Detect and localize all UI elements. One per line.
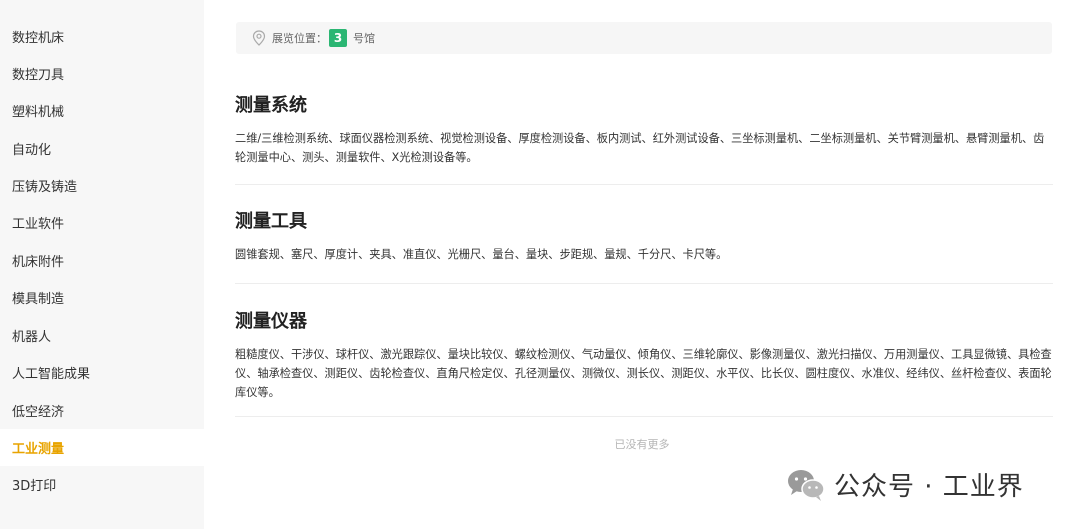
sidebar-item-3d-printing[interactable]: 3D打印 <box>0 466 204 503</box>
sidebar-item-label: 压铸及铸造 <box>12 180 78 195</box>
sidebar-item-label: 3D打印 <box>12 479 57 494</box>
section-divider <box>235 283 1053 284</box>
sidebar-item-ai-achievements[interactable]: 人工智能成果 <box>0 354 204 391</box>
sidebar-item-industrial-measurement[interactable]: 工业测量 <box>0 429 204 466</box>
section-description: 二维/三维检测系统、球面仪器检测系统、视觉检测设备、厚度检测设备、板内测试、红外… <box>235 132 1045 164</box>
sidebar-item-label: 数控机床 <box>12 31 65 46</box>
watermark-text: 公众号 · 工业界 <box>834 472 1024 502</box>
sidebar-item-cnc-tools[interactable]: 数控刀具 <box>0 55 204 92</box>
section-measurement-tools: 测量工具 圆锥套规、塞尺、厚度计、夹具、准直仪、光栅尺、量台、量块、步距规、量规… <box>235 207 1053 264</box>
sidebar-item-low-altitude-economy[interactable]: 低空经济 <box>0 392 204 429</box>
sidebar-item-mold-making[interactable]: 模具制造 <box>0 279 204 316</box>
section-title: 测量工具 <box>235 211 307 232</box>
sidebar-item-automation[interactable]: 自动化 <box>0 130 204 167</box>
sidebar-item-label: 低空经济 <box>12 405 65 420</box>
sidebar-item-label: 模具制造 <box>12 292 65 307</box>
section-divider <box>235 184 1053 185</box>
section-title: 测量系统 <box>235 95 307 116</box>
sidebar-item-die-casting[interactable]: 压铸及铸造 <box>0 167 204 204</box>
sidebar-item-label: 数控刀具 <box>12 68 65 83</box>
wechat-icon <box>786 468 826 502</box>
location-label: 展览位置： <box>272 32 327 45</box>
category-sidebar: 数控机床 数控刀具 塑料机械 自动化 压铸及铸造 工业软件 机床附件 模具制造 … <box>0 0 204 529</box>
hall-suffix: 号馆 <box>353 32 375 45</box>
sidebar-item-cnc-machine[interactable]: 数控机床 <box>0 18 204 55</box>
exhibition-location-bar: 展览位置： 3 号馆 <box>236 22 1052 54</box>
no-more-text: 已没有更多 <box>614 438 670 451</box>
wechat-watermark: 公众号 · 工业界 <box>786 466 1024 503</box>
section-divider <box>235 416 1053 417</box>
sidebar-item-plastic-machinery[interactable]: 塑料机械 <box>0 92 204 129</box>
sidebar-item-label: 自动化 <box>12 143 52 158</box>
sidebar-item-machine-accessories[interactable]: 机床附件 <box>0 242 204 279</box>
section-measurement-instruments: 测量仪器 粗糙度仪、干涉仪、球杆仪、激光跟踪仪、量块比较仪、螺纹检测仪、气动量仪… <box>235 307 1053 402</box>
sidebar-item-label: 机床附件 <box>12 255 65 270</box>
section-description: 粗糙度仪、干涉仪、球杆仪、激光跟踪仪、量块比较仪、螺纹检测仪、气动量仪、倾角仪、… <box>235 348 1052 399</box>
hall-number-badge: 3 <box>329 29 347 47</box>
sidebar-item-label: 人工智能成果 <box>12 367 91 382</box>
section-description: 圆锥套规、塞尺、厚度计、夹具、准直仪、光栅尺、量台、量块、步距规、量规、千分尺、… <box>235 248 728 261</box>
sidebar-item-industrial-software[interactable]: 工业软件 <box>0 204 204 241</box>
section-measurement-systems: 测量系统 二维/三维检测系统、球面仪器检测系统、视觉检测设备、厚度检测设备、板内… <box>235 91 1053 167</box>
sidebar-item-robots[interactable]: 机器人 <box>0 317 204 354</box>
sidebar-item-label: 工业软件 <box>12 217 65 232</box>
main-content: 展览位置： 3 号馆 测量系统 二维/三维检测系统、球面仪器检测系统、视觉检测设… <box>204 0 1080 529</box>
sidebar-item-label: 机器人 <box>12 330 52 345</box>
section-title: 测量仪器 <box>235 311 307 332</box>
sidebar-item-label: 塑料机械 <box>12 105 65 120</box>
location-pin-icon <box>252 30 266 46</box>
sidebar-item-label: 工业测量 <box>12 442 65 457</box>
